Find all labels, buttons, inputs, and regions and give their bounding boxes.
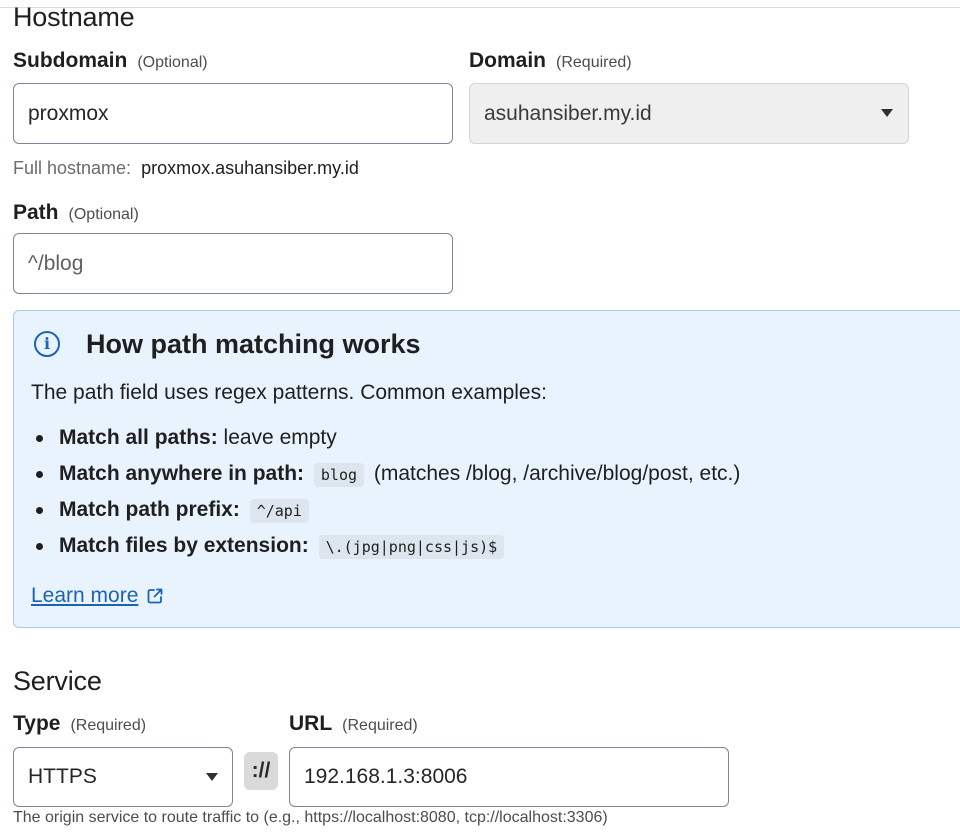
- info-box-intro: The path field uses regex patterns. Comm…: [31, 381, 547, 404]
- bullet: [36, 507, 43, 514]
- subdomain-value: proxmox: [28, 101, 109, 125]
- list-item: Match all paths: leave empty: [31, 423, 740, 459]
- type-label-text: Type: [13, 712, 61, 735]
- url-label-text: URL: [289, 712, 333, 735]
- example-title: Match path prefix:: [59, 498, 240, 521]
- url-input[interactable]: 192.168.1.3:8006: [289, 747, 729, 807]
- bullet: [36, 435, 43, 442]
- example-code: \.(jpg|png|css|js)$: [318, 535, 505, 559]
- type-value: HTTPS: [28, 765, 97, 788]
- example-title: Match anywhere in path:: [59, 462, 305, 485]
- subdomain-label-text: Subdomain: [13, 49, 128, 72]
- subdomain-input[interactable]: proxmox: [13, 83, 453, 144]
- bullet: [36, 471, 43, 478]
- example-title: Match files by extension:: [59, 534, 309, 557]
- external-link-icon: [147, 588, 163, 604]
- domain-label-text: Domain: [469, 49, 547, 72]
- examples-list: Match all paths: leave empty Match anywh…: [31, 423, 740, 567]
- type-select[interactable]: HTTPS: [13, 747, 233, 807]
- path-hint: (Optional): [68, 206, 139, 223]
- learn-more-link[interactable]: Learn more: [31, 584, 164, 608]
- example-code: ^/api: [249, 499, 309, 523]
- subdomain-hint: (Optional): [137, 54, 208, 71]
- domain-value: asuhansiber.my.id: [484, 101, 652, 125]
- service-section-title: Service: [13, 666, 102, 696]
- example-code: blog: [313, 463, 365, 487]
- chevron-down-icon: [206, 773, 218, 781]
- scheme-separator: ://: [244, 752, 278, 790]
- hostname-section-title: Hostname: [13, 2, 135, 32]
- chevron-down-icon: [881, 109, 893, 117]
- path-matching-info-box: i How path matching works The path field…: [13, 310, 960, 628]
- full-hostname: Full hostname: proxmox.asuhansiber.my.id: [13, 158, 359, 179]
- url-hint: (Required): [342, 717, 418, 734]
- example-text: leave empty: [217, 426, 337, 449]
- bullet: [36, 543, 43, 550]
- url-label: URL (Required): [289, 712, 418, 736]
- list-item: Match files by extension: \.(jpg|png|css…: [31, 531, 740, 567]
- type-label: Type (Required): [13, 712, 146, 736]
- type-hint: (Required): [70, 717, 147, 734]
- domain-label: Domain (Required): [469, 49, 632, 73]
- service-help-text: The origin service to route traffic to (…: [13, 809, 608, 826]
- example-title: Match all paths:: [59, 426, 218, 449]
- example-text: (matches /blog, /archive/blog/post, etc.…: [373, 462, 741, 485]
- list-item: Match anywhere in path: blog (matches /b…: [31, 459, 740, 495]
- full-hostname-value: proxmox.asuhansiber.my.id: [141, 158, 359, 178]
- info-icon: i: [34, 331, 60, 357]
- list-item: Match path prefix: ^/api: [31, 495, 740, 531]
- full-hostname-label: Full hostname:: [13, 158, 132, 178]
- top-divider: [0, 7, 960, 8]
- path-label: Path (Optional): [13, 201, 139, 225]
- domain-select[interactable]: asuhansiber.my.id: [469, 83, 909, 144]
- subdomain-label: Subdomain (Optional): [13, 49, 208, 73]
- path-label-text: Path: [13, 201, 59, 224]
- path-input[interactable]: ^/blog: [13, 233, 453, 294]
- domain-hint: (Required): [556, 54, 632, 71]
- url-value: 192.168.1.3:8006: [304, 765, 468, 788]
- path-placeholder: ^/blog: [28, 251, 84, 275]
- info-box-title: How path matching works: [86, 329, 421, 359]
- learn-more-text: Learn more: [31, 584, 139, 607]
